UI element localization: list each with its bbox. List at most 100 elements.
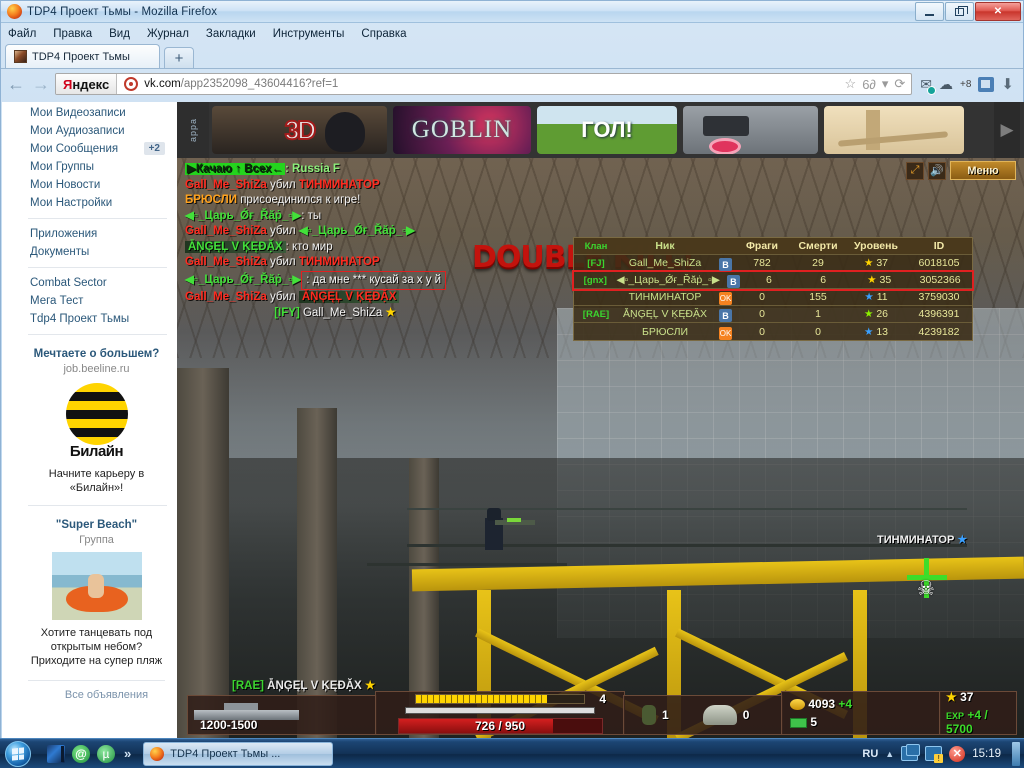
- fullscreen-icon[interactable]: ⤢: [906, 161, 924, 180]
- download-icon[interactable]: ⬇: [1001, 75, 1014, 93]
- level-row: ★ 37: [946, 690, 973, 704]
- new-tab-button[interactable]: +: [164, 47, 194, 68]
- yandex-logo-rest: ндекс: [72, 76, 110, 92]
- scoreboard-row[interactable]: [RAE] ẴŅĢĘĻ V ĶĘĐẶX B 0 1 ★ 26 4396391: [574, 306, 972, 323]
- network-icon[interactable]: [901, 744, 921, 761]
- sidebar-item-mega-test[interactable]: Мега Тест: [2, 292, 177, 310]
- scoreboard-row[interactable]: БРЮСЛИ OK 0 0 ★ 13 4239182: [574, 323, 972, 340]
- site-identity-icon[interactable]: [124, 77, 139, 91]
- sidebar-item-documents[interactable]: Документы: [2, 243, 177, 261]
- network-warning-icon[interactable]: [925, 746, 944, 763]
- taskbar-item-firefox[interactable]: TDP4 Проект Тьмы ...: [143, 741, 334, 766]
- sidebar-item-apps[interactable]: Приложения: [2, 225, 177, 243]
- media-player-icon[interactable]: [47, 744, 65, 763]
- hud-level-star-icon: ★: [946, 690, 957, 704]
- ad-beeline[interactable]: Мечтаете о большем? job.beeline.ru Билай…: [2, 341, 177, 499]
- sidebar-item-messages[interactable]: Мои Сообщения +2: [2, 140, 177, 158]
- window-buttons: ✕: [915, 2, 1021, 21]
- all-ads-link[interactable]: Все объявления: [28, 680, 165, 701]
- gold-gain: +4: [838, 697, 853, 711]
- hud-ammo-health-panel[interactable]: 4 726 / 950: [375, 691, 625, 735]
- sidebar-item-combat-sector[interactable]: Combat Sector: [2, 274, 177, 292]
- close-button[interactable]: ✕: [975, 2, 1021, 21]
- sidebar-item-tdp4[interactable]: Tdp4 Проект Тьмы: [2, 310, 177, 328]
- banner-ad-city[interactable]: [824, 106, 964, 154]
- game-menu-button[interactable]: Меню: [950, 161, 1016, 180]
- banner-ad-machine[interactable]: [683, 106, 818, 154]
- level-star-icon: ★: [867, 274, 877, 286]
- utorrent-icon[interactable]: µ: [97, 744, 115, 763]
- menu-edit[interactable]: Правка: [53, 28, 92, 40]
- mail-icon[interactable]: ✉: [920, 76, 937, 95]
- gold-value: 4093: [808, 697, 836, 711]
- bookmark-star-icon[interactable]: ☆: [845, 76, 857, 92]
- browser-at-icon[interactable]: @: [72, 744, 90, 763]
- sidebar-item-audios[interactable]: Мои Аудиозаписи: [2, 122, 177, 140]
- sidebar-item-groups[interactable]: Мои Группы: [2, 158, 177, 176]
- ok-badge-icon: OK: [719, 326, 732, 340]
- show-hidden-icons-icon[interactable]: ▲: [885, 749, 894, 759]
- mine-count: 0: [742, 708, 750, 722]
- sidebar-item-settings[interactable]: Мои Настройки: [2, 194, 177, 212]
- ok-badge-icon: OK: [719, 292, 732, 305]
- menu-tools[interactable]: Инструменты: [273, 28, 345, 40]
- game-viewport[interactable]: ▶Качаю ↑ Всех←: Russia F Gall_Me_ShiZa у…: [177, 158, 1024, 739]
- hud-weapon-panel[interactable]: 1200-1500: [187, 695, 377, 735]
- scoreboard-row[interactable]: ТИНМИНАТОР OK 0 155 ★ 11 3759030: [574, 289, 972, 306]
- scoreboard-row[interactable]: [FJ] Gall_Me_ShiZa B 782 29 ★ 37 6018105: [574, 255, 972, 272]
- ad-beach-sub: Группа: [79, 534, 114, 546]
- start-button[interactable]: [5, 740, 31, 767]
- menu-file[interactable]: Файл: [8, 28, 36, 40]
- taskbar-item-label: TDP4 Проект Тьмы ...: [170, 747, 281, 760]
- grenade-icon: [642, 705, 656, 725]
- yandex-logo-red: Я: [63, 76, 73, 92]
- gold-row: 4093 +4: [790, 697, 852, 711]
- hud-currency-panel[interactable]: 4093 +4 5: [781, 691, 941, 735]
- banner-ad-3d[interactable]: 3D: [212, 106, 387, 154]
- scoreboard-row-highlighted[interactable]: [gnx] ◀▫_Царь_Ǿғ_Řăṗ_▫▶ B 6 6 ★ 35 305236…: [572, 270, 974, 291]
- restore-button[interactable]: [945, 2, 974, 21]
- weather-icon[interactable]: ☁: [939, 76, 953, 93]
- sidebar-item-news[interactable]: Мои Новости: [2, 176, 177, 194]
- server-name-line: ▶Качаю ↑ Всех←: Russia F: [185, 162, 645, 178]
- show-desktop-button[interactable]: [1012, 741, 1020, 766]
- ammo-count: 4: [599, 692, 606, 706]
- col-frags: Фраги: [745, 240, 779, 252]
- col-clan: Клан: [584, 240, 608, 252]
- vk-badge-icon: B: [719, 258, 732, 271]
- menu-bookmarks[interactable]: Закладки: [206, 28, 256, 40]
- glasses-icon[interactable]: 6∂: [862, 77, 876, 92]
- exp-label: EXP: [946, 711, 965, 721]
- sidebar-divider-4: [28, 505, 167, 506]
- sound-icon[interactable]: 🔊: [928, 161, 946, 180]
- back-button[interactable]: ←: [5, 74, 27, 95]
- sidebar-item-videos[interactable]: Мои Видеозаписи: [2, 104, 177, 122]
- banner-ad-goal[interactable]: ГОЛ!: [537, 106, 677, 154]
- minimize-button[interactable]: [915, 2, 944, 21]
- beeline-logo-icon: Билайн: [58, 383, 136, 461]
- game-area[interactable]: appa 3D GOBLIN ГОЛ! ▶ ▶Качаю ↑ Всех←: R…: [177, 102, 1024, 739]
- quick-launch-more-icon[interactable]: »: [124, 746, 131, 761]
- yandex-search-button[interactable]: Яндекс: [56, 74, 118, 94]
- server-tag: ▶Качаю ↑ Всех←: [185, 163, 285, 175]
- url-text: vk.com/app2352098_43604416?ref=1: [144, 78, 338, 90]
- clock[interactable]: 15:19: [972, 748, 1005, 760]
- address-bar[interactable]: Яндекс vk.com/app2352098_43604416?ref=1 …: [55, 73, 913, 95]
- hud-level-panel[interactable]: ★ 37 EXP +4 / 5700: [939, 690, 1017, 736]
- menu-history[interactable]: Журнал: [147, 28, 189, 40]
- ad-beach-title: "Super Beach": [55, 519, 138, 531]
- screenshot-extension-icon[interactable]: [978, 76, 995, 92]
- forward-button[interactable]: →: [30, 74, 52, 95]
- antivirus-alert-icon[interactable]: ✕: [949, 745, 966, 762]
- chevron-down-icon[interactable]: ▾: [882, 76, 889, 92]
- health-value: 726 / 950: [474, 719, 526, 733]
- ad-super-beach[interactable]: "Super Beach" Группа Хотите танцевать по…: [2, 512, 177, 672]
- language-indicator[interactable]: RU: [862, 748, 878, 760]
- menu-view[interactable]: Вид: [109, 28, 130, 40]
- hud-items-panel[interactable]: 1 0: [623, 695, 783, 735]
- reload-icon[interactable]: ⟳: [894, 76, 905, 92]
- banner-next-arrow-icon[interactable]: ▶: [994, 102, 1020, 158]
- browser-tab[interactable]: TDP4 Проект Тьмы: [5, 44, 160, 68]
- banner-ad-goblin[interactable]: GOBLIN: [393, 106, 531, 154]
- menu-help[interactable]: Справка: [361, 28, 406, 40]
